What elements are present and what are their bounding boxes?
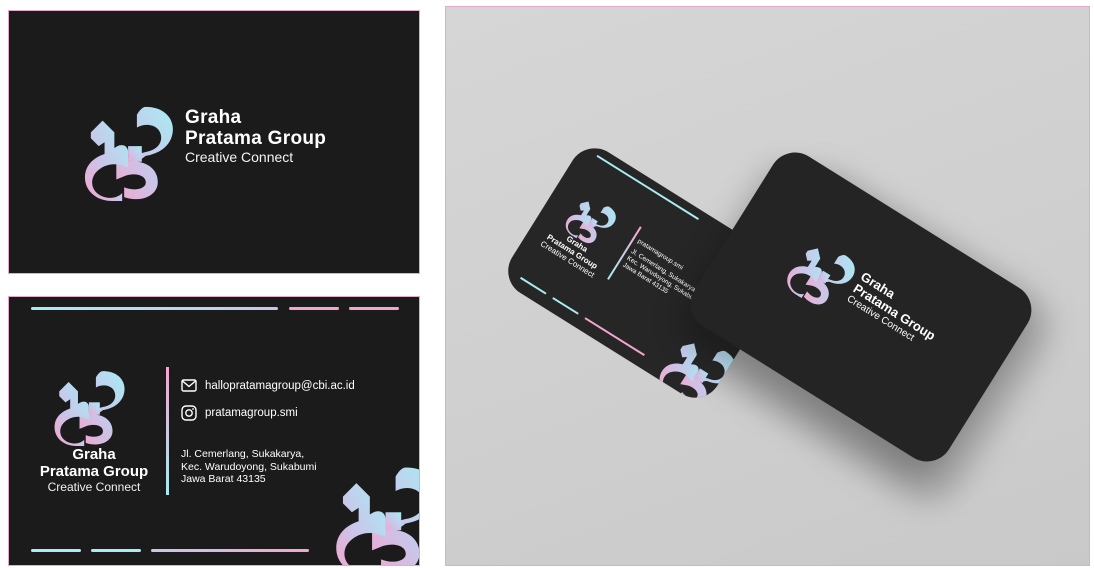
mail-icon bbox=[181, 379, 197, 392]
email-text: hallopratamagroup@cbi.ac.id bbox=[205, 379, 355, 392]
card-mockup-photo: Graha Pratama Group Creative Connect pra… bbox=[445, 6, 1090, 566]
brand-block: Graha Pratama Group Creative Connect bbox=[185, 107, 326, 166]
address-line1: Jl. Cemerlang, Sukakarya, bbox=[181, 448, 305, 460]
brand-tagline: Creative Connect bbox=[185, 149, 294, 165]
mock-address-line2: Kec. Warudoyong, Sukabumi bbox=[625, 254, 701, 306]
bottom-dash-3 bbox=[151, 549, 309, 552]
bottom-dash-1 bbox=[31, 549, 81, 552]
instagram-row: pratamagroup.smi bbox=[181, 405, 298, 421]
vertical-divider bbox=[166, 367, 169, 495]
top-dash-3 bbox=[349, 307, 399, 310]
instagram-icon bbox=[181, 405, 197, 421]
brand-logo-icon bbox=[83, 103, 181, 201]
business-card-back: Graha Pratama Group Creative Connect hal… bbox=[8, 296, 420, 566]
top-dash-1 bbox=[31, 307, 278, 310]
brand-logo-icon bbox=[53, 367, 131, 447]
brand-name-line2: Pratama Group bbox=[39, 463, 149, 480]
instagram-text: pratamagroup.smi bbox=[205, 407, 298, 419]
address-line3: Jawa Barat 43135 bbox=[181, 473, 266, 485]
business-card-front: Graha Pratama Group Creative Connect bbox=[8, 10, 420, 274]
corner-logo-icon bbox=[334, 463, 420, 566]
mock-dash-bottom-2 bbox=[552, 297, 579, 315]
brand-name-line1: Graha bbox=[72, 446, 116, 463]
address-line2: Kec. Warudoyong, Sukabumi bbox=[181, 460, 317, 473]
bottom-dash-2 bbox=[91, 549, 141, 552]
email-row: hallopratamagroup@cbi.ac.id bbox=[181, 379, 355, 392]
brand-name-line2: Pratama Group bbox=[185, 128, 327, 149]
brand-block: Graha Pratama Group Creative Connect bbox=[19, 446, 169, 494]
brand-tagline: Creative Connect bbox=[47, 480, 141, 494]
mock-front-brand: Graha Pratama Group Creative Connect bbox=[844, 269, 945, 354]
mock-dash-bottom-1 bbox=[520, 276, 547, 295]
address-block: Jl. Cemerlang, Sukakarya, Kec. Warudoyon… bbox=[181, 448, 317, 486]
top-dash-2 bbox=[289, 307, 339, 310]
brand-name-line1: Graha bbox=[185, 107, 242, 128]
mock-dash-bottom-3 bbox=[584, 317, 645, 356]
